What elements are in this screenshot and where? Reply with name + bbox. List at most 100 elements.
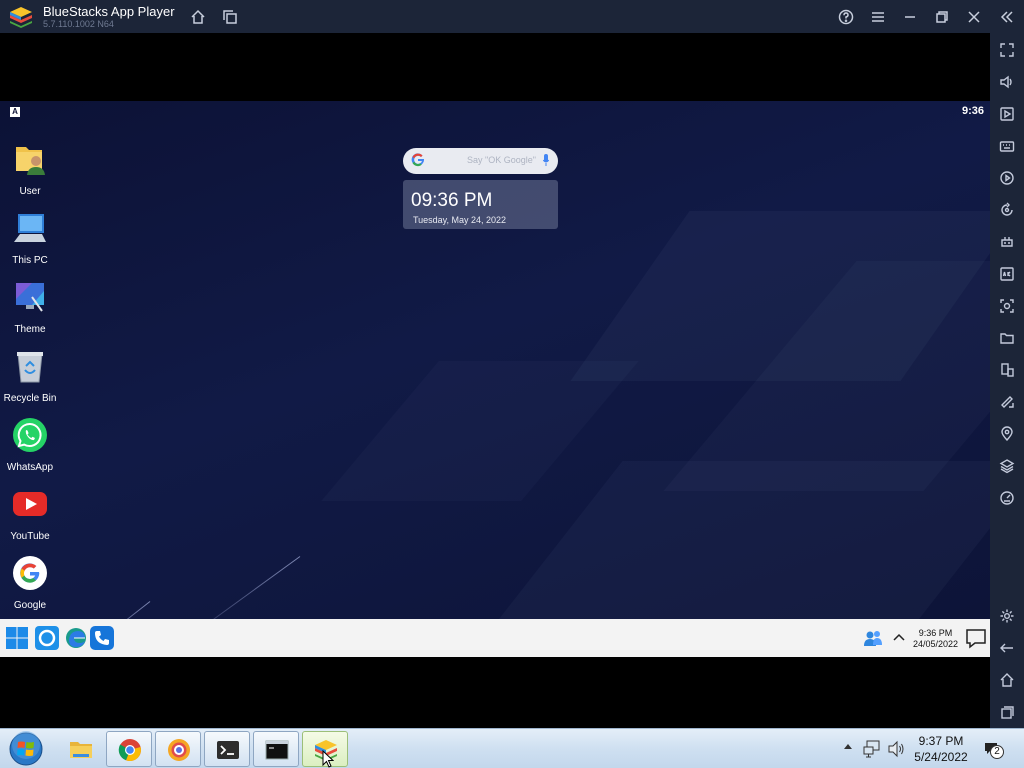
- network-icon[interactable]: [862, 739, 882, 759]
- android-home-icon[interactable]: [998, 671, 1016, 689]
- desktop-icon-label: Theme: [14, 324, 46, 335]
- taskbar-browser[interactable]: [155, 731, 201, 767]
- mouse-cursor-icon: [322, 750, 334, 768]
- chevron-up-icon[interactable]: [889, 628, 909, 648]
- show-hidden-icons-button[interactable]: [844, 744, 852, 749]
- recycle-bin-icon: [17, 352, 43, 383]
- desktop-icon-label: WhatsApp: [6, 462, 54, 473]
- edge-icon[interactable]: [64, 626, 88, 650]
- desktop-icon-user[interactable]: User: [2, 141, 58, 197]
- restore-icon[interactable]: [932, 7, 952, 27]
- taskbar-file-explorer[interactable]: [58, 731, 104, 767]
- performance-icon[interactable]: [998, 489, 1016, 507]
- keyboard-controls-icon[interactable]: [998, 137, 1016, 155]
- media-folder-icon[interactable]: [998, 105, 1016, 123]
- desktop-icon-google[interactable]: Google: [2, 555, 58, 611]
- windows-time: 9:37 PM: [918, 734, 964, 748]
- help-icon[interactable]: [836, 7, 856, 27]
- mic-icon[interactable]: [543, 154, 549, 166]
- app-version: 5.7.110.1002 N64: [43, 19, 114, 29]
- file-explorer-icon: [70, 742, 92, 758]
- android-home-screen[interactable]: A 9:36 User This PC Theme Recycle Bin Wh…: [0, 101, 990, 619]
- taskbar-terminal[interactable]: [204, 731, 250, 767]
- close-icon[interactable]: [964, 7, 984, 27]
- chrome-icon: [118, 739, 141, 762]
- search-placeholder: Say "OK Google": [467, 155, 536, 165]
- background-shape: [321, 361, 639, 501]
- minimize-icon[interactable]: [900, 7, 920, 27]
- taskbar-chrome[interactable]: [106, 731, 152, 767]
- desktop-icon-label: Recycle Bin: [3, 393, 57, 404]
- location-icon[interactable]: [998, 425, 1016, 443]
- youtube-icon: [13, 492, 47, 516]
- screenshot-icon[interactable]: [998, 297, 1016, 315]
- light-streak: [78, 601, 151, 619]
- collapse-sidebar-icon[interactable]: [997, 7, 1017, 27]
- multi-instance-manager-icon[interactable]: [998, 361, 1016, 379]
- letterbox-top: [0, 33, 990, 101]
- clock-time: 09:36 PM: [411, 190, 493, 211]
- android-tray-time: 9:36 PM: [918, 628, 953, 638]
- volume-icon[interactable]: [998, 73, 1016, 91]
- command-prompt-icon: [265, 740, 289, 760]
- fullscreen-icon[interactable]: [998, 41, 1016, 59]
- menu-icon[interactable]: [868, 7, 888, 27]
- folder-icon[interactable]: [998, 329, 1016, 347]
- notification-icon[interactable]: [964, 626, 988, 650]
- desktop-icon-label: This PC: [12, 255, 48, 266]
- windows-start-icon[interactable]: [5, 626, 29, 650]
- status-time: 9:36: [961, 105, 984, 117]
- multi-instance-icon[interactable]: [220, 7, 240, 27]
- desktop-icon-theme[interactable]: Theme: [2, 279, 58, 335]
- windows-start-orb-icon[interactable]: [7, 731, 45, 767]
- bluestacks-titlebar: BlueStacks App Player 5.7.110.1002 N64: [0, 0, 1024, 33]
- cortana-icon[interactable]: [35, 626, 59, 650]
- light-streak: [170, 556, 301, 619]
- home-icon[interactable]: [188, 7, 208, 27]
- google-search-widget[interactable]: Say "OK Google": [403, 148, 558, 174]
- google-g-icon: [411, 153, 425, 167]
- settings-icon[interactable]: [998, 607, 1016, 625]
- letterbox-bottom: [0, 657, 990, 728]
- phone-icon[interactable]: [90, 626, 114, 650]
- google-icon: [13, 556, 47, 590]
- bluestacks-logo-icon: [10, 7, 32, 28]
- desktop-icon-youtube[interactable]: YouTube: [2, 486, 58, 542]
- android-taskbar: 9:36 PM 24/05/2022: [0, 619, 990, 657]
- speaker-icon[interactable]: [887, 739, 907, 759]
- bluestacks-sidebar: [990, 33, 1024, 728]
- theme-icon: [16, 283, 44, 312]
- back-icon[interactable]: [998, 639, 1016, 657]
- computer-icon: [14, 214, 46, 242]
- user-folder-icon: [16, 147, 45, 175]
- taskbar-command-prompt[interactable]: [253, 731, 299, 767]
- terminal-icon: [217, 741, 239, 759]
- background-shape: [497, 461, 990, 619]
- sync-icon[interactable]: [998, 201, 1016, 219]
- desktop-icon-label: YouTube: [10, 531, 50, 542]
- browser-icon: [168, 739, 190, 761]
- status-badge: A: [10, 107, 20, 117]
- desktop-icon-recycle-bin[interactable]: Recycle Bin: [2, 348, 58, 404]
- windows-taskbar: 9:37 PM 5/24/2022 2: [0, 728, 1024, 768]
- windows-clock[interactable]: 9:37 PM 5/24/2022: [906, 733, 976, 765]
- screen: BlueStacks App Player 5.7.110.1002 N64 A…: [0, 0, 1024, 768]
- clock-date: Tuesday, May 24, 2022: [413, 215, 507, 225]
- desktop-icon-label: User: [19, 186, 41, 197]
- layers-icon[interactable]: [998, 457, 1016, 475]
- rotate-icon[interactable]: [998, 393, 1016, 411]
- people-icon[interactable]: [861, 626, 885, 650]
- recent-apps-icon[interactable]: [998, 703, 1016, 721]
- windows-date: 5/24/2022: [914, 750, 968, 764]
- install-apk-icon[interactable]: [998, 265, 1016, 283]
- desktop-icon-whatsapp[interactable]: WhatsApp: [2, 417, 58, 473]
- desktop-icon-this-pc[interactable]: This PC: [2, 210, 58, 266]
- action-center-button[interactable]: 2: [984, 741, 1004, 759]
- clock-widget[interactable]: 09:36 PM Tuesday, May 24, 2022: [403, 180, 558, 229]
- android-tray-clock[interactable]: 9:36 PM 24/05/2022: [913, 628, 958, 650]
- desktop-icon-label: Google: [13, 600, 47, 611]
- notification-count-badge: 2: [990, 745, 1004, 759]
- app-title: BlueStacks App Player: [43, 4, 175, 19]
- macro-record-icon[interactable]: [998, 169, 1016, 187]
- game-controls-icon[interactable]: [998, 233, 1016, 251]
